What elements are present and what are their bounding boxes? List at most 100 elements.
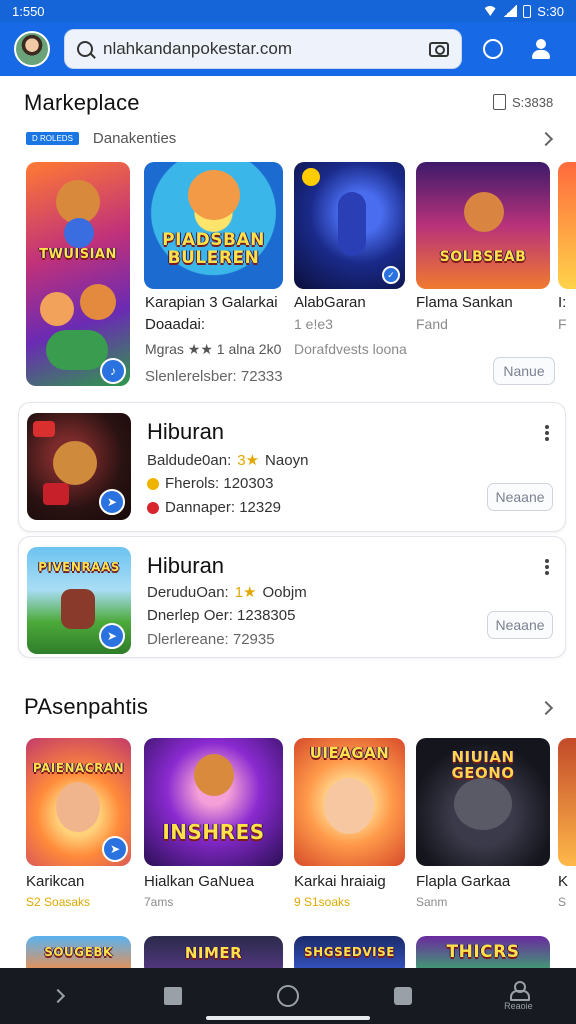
featured-tile[interactable]: TWUISIAN ♪ <box>26 162 130 386</box>
market-tile-4-art <box>558 162 576 289</box>
chat-button[interactable] <box>476 32 510 66</box>
section2-tile-3[interactable]: UIEAGAN <box>294 738 405 866</box>
market-tile-2-subtitle: 1 e!e3 <box>294 316 333 332</box>
play-icon[interactable]: ➤ <box>99 623 125 649</box>
section2-tile-2[interactable]: INSHRES <box>144 738 283 866</box>
nav-profile-button[interactable]: Reaoie <box>488 968 548 1024</box>
account-button[interactable] <box>524 32 558 66</box>
profile-icon <box>509 981 531 1001</box>
market-tile-3-art: SOLBSEAB <box>416 162 550 289</box>
category-label: Danakenties <box>92 130 177 147</box>
more-options-icon[interactable] <box>545 559 549 575</box>
list-card-2-button[interactable]: Neaane <box>487 611 553 639</box>
market-tile-1[interactable]: PIADSBAN BULEREN <box>144 162 283 289</box>
featured-art-label: TWUISIAN <box>39 247 117 262</box>
rating-suffix: Naoyn <box>265 451 309 469</box>
section2-tile-2-title: Hialkan GaNuea <box>144 873 255 890</box>
chevron-right-icon[interactable] <box>538 700 554 716</box>
market-tile-4[interactable] <box>558 162 576 289</box>
battery-icon <box>523 4 532 18</box>
market-action-button[interactable]: Nanue <box>493 357 555 385</box>
list-card-1-art: ➤ <box>27 413 131 520</box>
user-icon <box>531 39 551 59</box>
chevron-right-icon[interactable] <box>538 131 554 147</box>
list-card-2-art: PIVENRAAS ➤ <box>27 547 131 654</box>
section2-tile-1-subtitle: S2 Soasaks <box>26 895 91 909</box>
more-options-icon[interactable] <box>545 425 549 441</box>
market-tile-1-meta: Mgras ★★ 1 alna 2k0 <box>145 341 282 357</box>
list-card-2[interactable]: PIVENRAAS ➤ Hiburan DeruduOan: 1★ Oobjm … <box>18 536 566 658</box>
status-bar: 1:550 S:30 <box>0 0 576 22</box>
check-icon: ✓ <box>382 266 400 284</box>
market-tile-1-label: PIADSBAN BULEREN <box>162 230 265 268</box>
bottom-tile-3-label: SHGSEDVISE <box>304 945 395 959</box>
market-tile-2-meta: Dorafdvests loona <box>294 341 407 357</box>
square-icon <box>163 987 182 1005</box>
market-tile-1-title: Karapian 3 Galarkai <box>145 294 278 311</box>
coin-icon <box>147 477 159 490</box>
section2-tile-4-subtitle: Sanm <box>416 895 448 909</box>
list-card-1-line2-text: Fherols: 120303 <box>165 475 274 492</box>
list-card-2-rating: DeruduOan: 1★ Oobjm <box>147 583 307 602</box>
status-right-text: S:30 <box>537 3 564 19</box>
market-tile-1-subtitle: Doaadai: <box>145 316 206 333</box>
list-card-1-button[interactable]: Neaane <box>487 483 553 511</box>
play-icon[interactable]: ➤ <box>99 489 125 515</box>
marketplace-subheader: D ROLEDS Danakenties <box>26 130 176 147</box>
list-card-1-rating: Baldude0an: 3★ Naoyn <box>147 451 309 470</box>
marketplace-title: Markeplace <box>24 90 140 115</box>
nav-recent-button[interactable] <box>373 968 433 1024</box>
play-icon[interactable]: ♪ <box>100 358 126 384</box>
section2-tile-5-subtitle: S <box>558 895 567 909</box>
back-icon <box>50 988 65 1004</box>
chat-icon <box>483 39 503 59</box>
search-bar[interactable] <box>64 29 462 69</box>
section2-tile-4-title: Flapla Garkaa <box>416 873 511 890</box>
document-icon <box>493 94 506 110</box>
play-icon[interactable]: ➤ <box>102 836 128 862</box>
category-badge: D ROLEDS <box>26 132 79 145</box>
search-icon <box>77 41 93 57</box>
market-tile-2[interactable]: ✓ <box>294 162 405 289</box>
rating-stars: 3★ <box>237 452 260 469</box>
list-card-2-title: Hiburan <box>147 553 225 578</box>
section2-tile-2-subtitle: 7ams <box>144 895 174 909</box>
section2-tile-3-label: UIEAGAN <box>309 744 390 762</box>
section2-tile-3-title: Karkai hraiaig <box>294 873 386 890</box>
home-icon <box>276 985 299 1007</box>
section2-tile-4-label: NIUIAN GEONO <box>451 748 515 782</box>
avatar[interactable] <box>14 31 50 67</box>
bottom-tile-4-label: THICRS <box>446 942 520 962</box>
camera-icon[interactable] <box>429 41 449 57</box>
section2-title: PAsenpahtis <box>24 694 149 719</box>
section2-tile-1-label: PAIENACRAN <box>32 761 125 775</box>
nav-square-button[interactable] <box>143 968 203 1024</box>
nav-back-button[interactable] <box>28 968 88 1024</box>
list-card-1-line3: Dannaper: 12329 <box>147 499 281 516</box>
market-tile-1-art: PIADSBAN BULEREN <box>144 162 283 289</box>
status-time: 1:550 <box>12 3 45 19</box>
status-icons: S:30 <box>483 4 564 19</box>
marketplace-count-text: S:3838 <box>512 94 554 110</box>
bottom-tile-1-label: SOUGEBK <box>44 945 113 959</box>
recent-apps-icon <box>394 987 413 1005</box>
section2-tile-5[interactable] <box>558 738 576 866</box>
featured-art: TWUISIAN <box>26 162 130 386</box>
list-card-1-title: Hiburan <box>147 419 225 444</box>
rating-stars: 1★ <box>234 584 257 601</box>
nav-profile-label: Reaoie <box>504 1001 533 1011</box>
list-card-1[interactable]: ➤ Hiburan Baldude0an: 3★ Naoyn Fherols: … <box>18 402 566 532</box>
marketplace-count: S:3838 <box>493 94 553 110</box>
signal-icon <box>503 5 518 17</box>
section2-tile-1[interactable]: PAIENACRAN ➤ <box>26 738 131 866</box>
list-card-2-line2: Dnerlep Oer: 1238305 <box>147 607 296 624</box>
home-indicator[interactable] <box>206 1016 370 1020</box>
section2-tile-4[interactable]: NIUIAN GEONO <box>416 738 550 866</box>
list-card-2-art-label: PIVENRAAS <box>38 560 120 574</box>
market-tile-3[interactable]: SOLBSEAB <box>416 162 550 289</box>
search-input[interactable] <box>103 39 429 59</box>
section2-tile-5-title: K <box>558 873 569 890</box>
list-card-1-line3-text: Dannaper: 12329 <box>165 499 281 516</box>
market-tile-4-subtitle: F <box>558 316 567 332</box>
section2-tile-2-label: INSHRES <box>162 820 265 844</box>
